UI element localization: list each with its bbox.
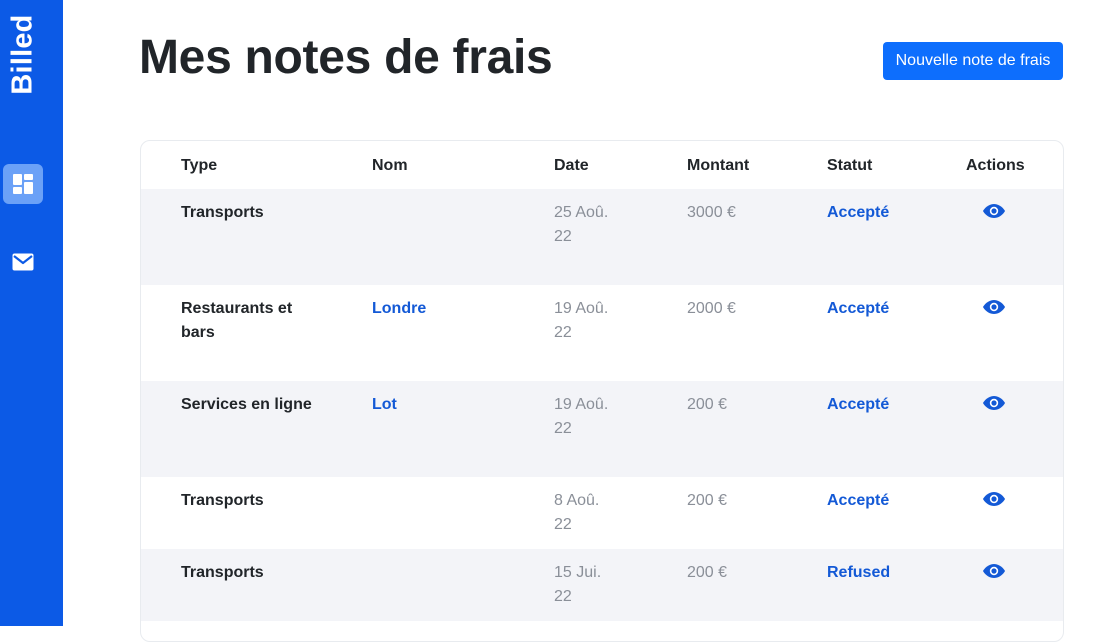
cell-type: Transports	[181, 204, 264, 221]
new-bill-button[interactable]: Nouvelle note de frais	[883, 42, 1063, 80]
eye-icon[interactable]	[981, 559, 1007, 583]
cell-status: Accepté	[827, 492, 890, 509]
eye-icon[interactable]	[981, 487, 1007, 511]
table-row	[141, 621, 1063, 641]
cell-type: Services en ligne	[181, 396, 312, 413]
brand-logo: Billed	[6, 13, 39, 95]
table-row: Restaurants et bars Londre 19 Aoû. 22 20…	[141, 285, 1063, 381]
page-title: Mes notes de frais	[139, 31, 553, 84]
eye-icon[interactable]	[981, 391, 1007, 415]
cell-amount: 200 €	[687, 492, 728, 509]
cell-status: Accepté	[827, 300, 890, 317]
column-header-amount: Montant	[687, 157, 750, 174]
table-row: Services en ligne Lot 19 Aoû. 22 200 € A…	[141, 381, 1063, 477]
cell-amount: 2000 €	[687, 300, 736, 317]
cell-type: Transports	[181, 492, 264, 509]
table-header: Type Nom Date Montant Statut Actions	[141, 141, 1063, 189]
cell-date: 19 Aoû. 22	[554, 300, 609, 341]
table-body: Transports 25 Aoû. 22 3000 € Accepté Res…	[141, 189, 1063, 641]
dashboard-icon	[13, 174, 33, 194]
column-header-name: Nom	[372, 157, 408, 174]
cell-status: Accepté	[827, 204, 890, 221]
column-header-actions: Actions	[966, 157, 1025, 174]
cell-status: Accepté	[827, 396, 890, 413]
column-header-date: Date	[554, 157, 589, 174]
table-row: Transports 8 Aoû. 22 200 € Accepté	[141, 477, 1063, 549]
cell-amount: 200 €	[687, 396, 728, 413]
eye-icon[interactable]	[981, 295, 1007, 319]
cell-amount: 200 €	[687, 564, 728, 581]
cell-type: Transports	[181, 564, 264, 581]
sidebar: Billed	[0, 0, 63, 626]
eye-icon[interactable]	[981, 199, 1007, 223]
sidebar-item-mail[interactable]	[3, 242, 43, 282]
cell-amount: 3000 €	[687, 204, 736, 221]
cell-status: Refused	[827, 564, 891, 581]
cell-date: 25 Aoû. 22	[554, 204, 609, 245]
table-row: Transports 25 Aoû. 22 3000 € Accepté	[141, 189, 1063, 285]
cell-name: Lot	[372, 396, 397, 413]
column-header-type: Type	[181, 157, 218, 174]
cell-date: 15 Jui. 22	[554, 564, 602, 605]
cell-date: 19 Aoû. 22	[554, 396, 609, 437]
cell-date: 8 Aoû. 22	[554, 492, 600, 533]
table-row: Transports 15 Jui. 22 200 € Refused	[141, 549, 1063, 621]
sidebar-item-bills[interactable]	[3, 164, 43, 204]
column-header-status: Statut	[827, 157, 873, 174]
cell-name: Londre	[372, 300, 427, 317]
bills-table: Type Nom Date Montant Statut Actions Tra…	[140, 140, 1064, 642]
brand-name: Billed	[6, 13, 39, 95]
mail-icon	[12, 253, 34, 271]
cell-type: Restaurants et bars	[181, 300, 293, 341]
